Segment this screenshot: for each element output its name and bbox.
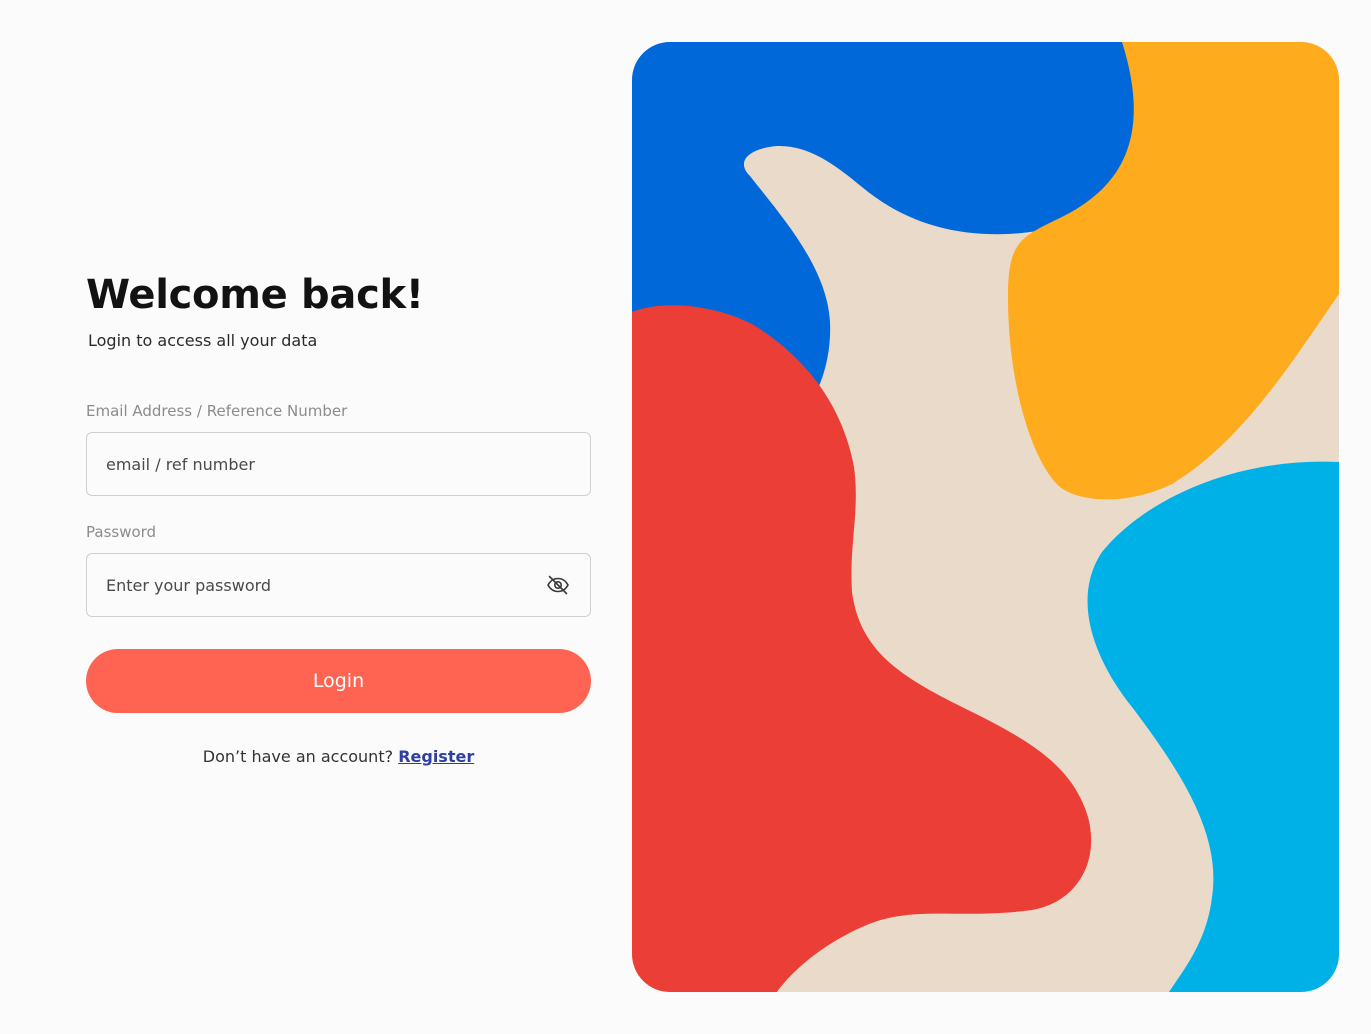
register-prompt: Don’t have an account? — [202, 747, 394, 766]
email-input[interactable] — [87, 433, 590, 495]
eye-off-icon[interactable] — [545, 572, 571, 598]
password-field-container — [86, 553, 591, 617]
password-input[interactable] — [87, 554, 545, 616]
password-label: Password — [86, 523, 157, 541]
abstract-shapes-image — [632, 42, 1339, 992]
register-link[interactable]: Register — [398, 747, 474, 766]
email-field-container — [86, 432, 591, 496]
login-page: Welcome back! Login to access all your d… — [0, 0, 1371, 1034]
login-button[interactable]: Login — [86, 649, 591, 713]
decorative-artwork — [632, 42, 1339, 992]
page-title: Welcome back! — [86, 272, 424, 318]
page-subtitle: Login to access all your data — [88, 331, 318, 350]
register-row: Don’t have an account? Register — [86, 746, 591, 768]
email-label: Email Address / Reference Number — [86, 402, 348, 420]
